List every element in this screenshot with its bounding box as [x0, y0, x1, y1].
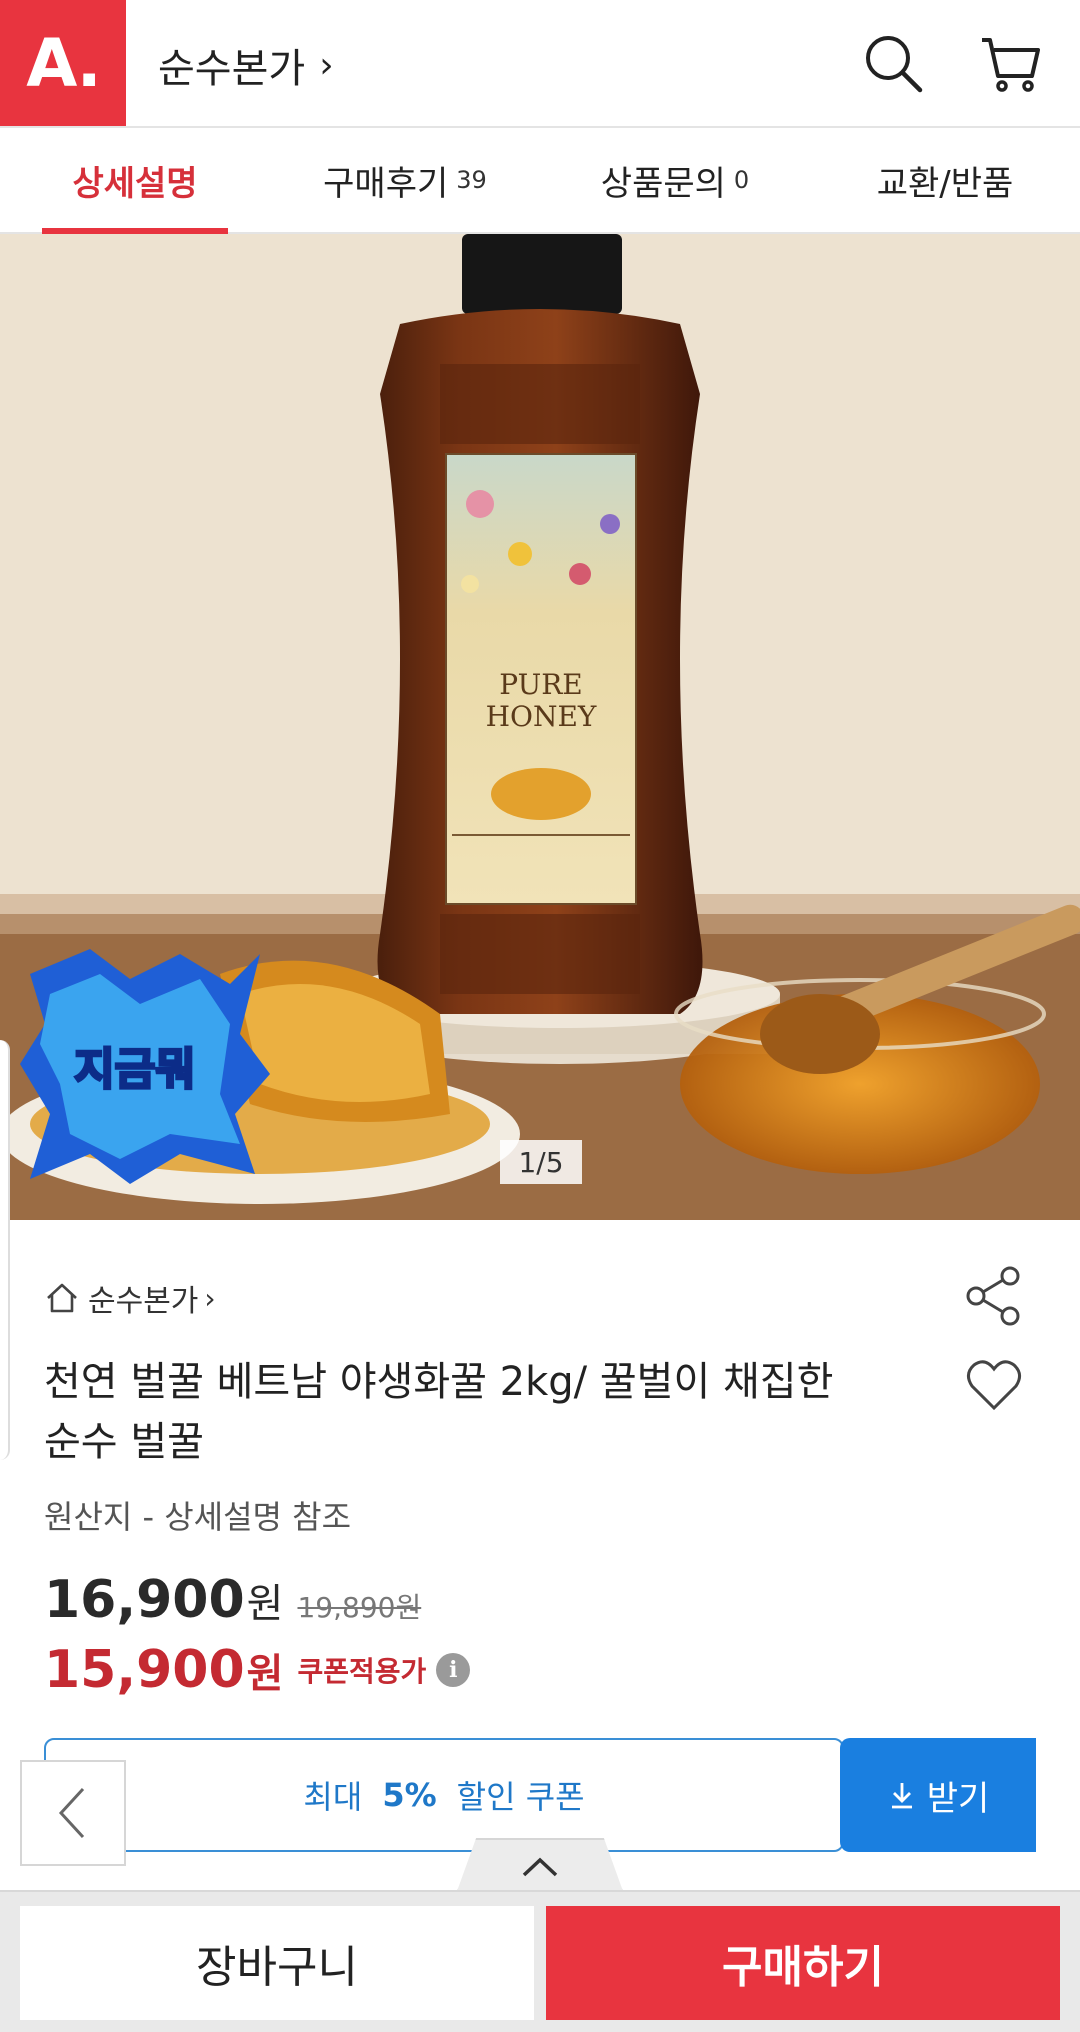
tab-details[interactable]: 상세설명 — [0, 128, 270, 234]
product-title: 천연 벌꿀 베트남 야생화꿀 2kg/ 꿀벌이 채집한 순수 벌꿀 — [44, 1359, 834, 1465]
coupon-price-label: 쿠폰적용가 — [297, 1655, 427, 1688]
chevron-up-icon — [522, 1857, 558, 1877]
store-name: 순수본가 — [158, 46, 306, 92]
share-icon[interactable] — [964, 1264, 1024, 1328]
heart-icon[interactable] — [966, 1358, 1022, 1412]
sale-price-unit: 원 — [246, 1581, 284, 1627]
home-icon — [47, 1283, 77, 1313]
download-icon — [891, 1783, 912, 1809]
tab-label: 교환/반품 — [876, 163, 1014, 204]
svg-text:PURE: PURE — [499, 668, 582, 701]
chevron-right-icon: › — [204, 1281, 216, 1315]
sale-price: 16,900 — [44, 1570, 245, 1630]
coupon-suffix: 할인 쿠폰 — [456, 1778, 585, 1816]
coupon-banner[interactable]: 최대 5% 할인 쿠폰 — [44, 1738, 844, 1852]
product-origin: 원산지 - 상세설명 참조 — [44, 1498, 352, 1536]
coupon-prefix: 최대 — [303, 1778, 363, 1816]
tab-inquiries[interactable]: 상품문의 0 — [540, 128, 810, 232]
seller-link[interactable]: 순수본가 › — [44, 1276, 216, 1320]
seller-name: 순수본가 — [88, 1284, 199, 1319]
price-row: 16,900 원 19,890원 — [44, 1570, 421, 1630]
info-icon[interactable]: i — [436, 1653, 471, 1687]
tab-label: 상세설명 — [72, 163, 198, 204]
add-to-cart-button[interactable]: 장바구니 — [20, 1906, 534, 2020]
inquiry-count: 0 — [733, 166, 750, 194]
coupon-price: 15,900 — [44, 1640, 245, 1700]
coupon-percent: 5% — [382, 1776, 437, 1814]
review-count: 39 — [456, 166, 487, 194]
tab-label: 상품문의 — [600, 163, 726, 204]
coupon-download-button[interactable]: 받기 — [840, 1738, 1036, 1852]
expand-panel-tab[interactable] — [456, 1838, 624, 1894]
side-drawer-handle[interactable] — [0, 1040, 10, 1460]
svg-text:HONEY: HONEY — [486, 700, 597, 733]
promo-badge-text: 지금뭐 — [74, 1044, 195, 1095]
back-button[interactable] — [20, 1760, 126, 1866]
tab-reviews[interactable]: 구매후기 39 — [270, 128, 540, 232]
product-photo: PURE HONEY 지금뭐 — [0, 234, 1080, 1220]
app-header: A. 순수본가 › — [0, 0, 1080, 128]
brand-logo[interactable]: A. — [0, 0, 126, 126]
tab-label: 구매후기 — [323, 163, 449, 204]
search-icon[interactable] — [862, 32, 926, 96]
tab-exchange-return[interactable]: 교환/반품 — [810, 128, 1080, 232]
coupon-price-row: 15,900 원 쿠폰적용가 i — [44, 1640, 471, 1700]
image-page-indicator: 1/5 — [500, 1140, 582, 1184]
buy-now-button[interactable]: 구매하기 — [546, 1906, 1060, 2020]
original-price: 19,890원 — [297, 1591, 422, 1624]
chevron-right-icon: › — [319, 44, 334, 86]
product-tabs: 상세설명 구매후기 39 상품문의 0 교환/반품 — [0, 128, 1080, 234]
store-name-link[interactable]: 순수본가 › — [158, 36, 334, 94]
coupon-price-unit: 원 — [246, 1651, 284, 1697]
cart-icon[interactable] — [978, 32, 1042, 96]
bottom-action-bar: 장바구니 구매하기 — [0, 1890, 1080, 2032]
coupon-button-label: 받기 — [926, 1778, 990, 1819]
chevron-left-icon — [58, 1787, 85, 1839]
product-image-carousel[interactable]: PURE HONEY 지금뭐 1/5 — [0, 234, 1080, 1220]
